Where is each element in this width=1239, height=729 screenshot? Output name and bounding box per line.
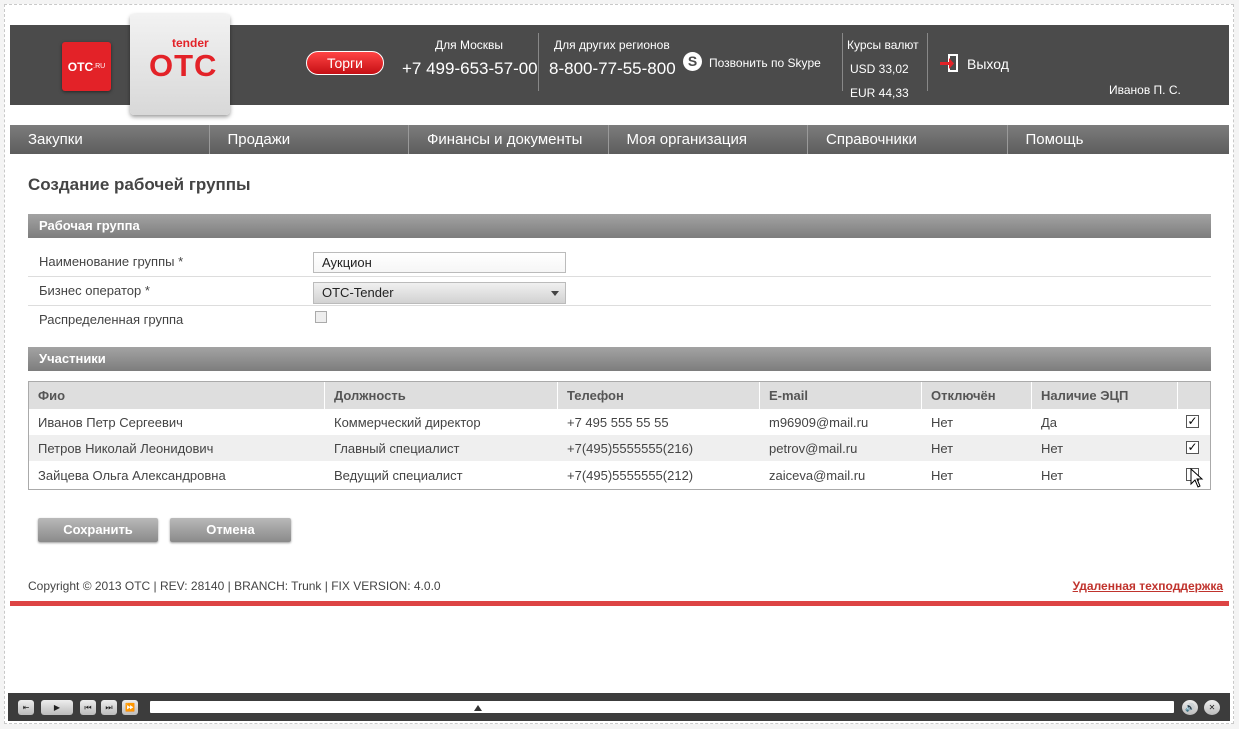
progress-track[interactable] — [150, 701, 1174, 713]
operator-select[interactable]: OTC-Tender — [313, 282, 566, 304]
distributed-checkbox[interactable] — [315, 311, 327, 323]
cell-position: Коммерческий директор — [334, 415, 481, 430]
cell-phone: +7(495)5555555(216) — [567, 441, 694, 456]
cell-name: Иванов Петр Сергеевич — [38, 415, 183, 430]
divider — [842, 33, 843, 91]
support-link[interactable]: Удаленная техподдержка — [1073, 579, 1223, 593]
nav-item-organization[interactable]: Моя организация — [609, 125, 808, 154]
moscow-label: Для Москвы — [435, 38, 504, 52]
skip-back-icon[interactable]: ⏮ — [80, 700, 96, 715]
cell-email: petrov@mail.ru — [769, 441, 858, 456]
form-row: Наименование группы * — [28, 248, 1211, 277]
otcru-logo[interactable]: OTC .RU — [62, 42, 111, 91]
workgroup-section-title: Рабочая группа — [28, 214, 1211, 238]
col-header-phone[interactable]: Телефон — [558, 382, 760, 409]
participants-section-title: Участники — [28, 347, 1211, 371]
regions-phone: 8-800-77-55-800 — [549, 59, 676, 78]
row-checkbox[interactable]: ✓ — [1186, 441, 1199, 454]
cancel-button[interactable]: Отмена — [170, 518, 291, 542]
table-row[interactable]: Петров Николай Леонидович Главный специа… — [29, 435, 1210, 461]
cell-email: zaiceva@mail.ru — [769, 468, 866, 483]
group-name-input[interactable]: Аукцион — [313, 252, 566, 273]
cell-name: Зайцева Ольга Александровна — [38, 468, 226, 483]
form-row: Бизнес оператор * — [28, 277, 1211, 306]
logo-otc-text: OTC — [149, 48, 218, 83]
eur-rate: EUR 44,33 — [850, 86, 909, 100]
save-button[interactable]: Сохранить — [38, 518, 158, 542]
col-header-select — [1178, 382, 1210, 409]
col-header-name[interactable]: Фио — [29, 382, 325, 409]
skype-icon[interactable]: S — [683, 52, 702, 71]
chevron-down-icon — [551, 291, 559, 296]
cell-disabled: Нет — [931, 415, 954, 430]
form-row: Распределенная группа — [28, 306, 1211, 335]
moscow-phone: +7 499-653-57-00 — [402, 59, 538, 78]
volume-icon[interactable]: 🔊 — [1182, 700, 1198, 715]
cell-disabled: Нет — [931, 441, 954, 456]
cell-phone: +7 495 555 55 55 — [567, 415, 669, 430]
torgi-button[interactable]: Торги — [306, 51, 384, 75]
operator-label: Бизнес оператор * — [39, 283, 150, 298]
main-nav: Закупки Продажи Финансы и документы Моя … — [10, 125, 1229, 154]
cell-name: Петров Николай Леонидович — [38, 441, 214, 456]
exit-link[interactable]: Выход — [967, 56, 1009, 72]
cell-disabled: Нет — [931, 468, 954, 483]
player-controls: ⇤ ▶ ⏮ ⏭ ⏩ 🔊 ✕ — [8, 693, 1230, 721]
divider — [927, 33, 928, 91]
nav-item-finance[interactable]: Финансы и документы — [409, 125, 609, 154]
nav-item-sales[interactable]: Продажи — [210, 125, 409, 154]
nav-item-directories[interactable]: Справочники — [808, 125, 1008, 154]
exit-icon[interactable] — [939, 54, 959, 72]
cell-position: Главный специалист — [334, 441, 460, 456]
rates-label: Курсы валют — [847, 38, 919, 52]
cell-email: m96909@mail.ru — [769, 415, 869, 430]
mouse-cursor-icon — [1190, 468, 1204, 488]
user-name[interactable]: Иванов П. С. — [1109, 83, 1181, 97]
cell-phone: +7(495)5555555(212) — [567, 468, 694, 483]
otc-tender-logo[interactable]: tender OTC — [130, 14, 230, 115]
copyright-text: Copyright © 2013 OTC | REV: 28140 | BRAN… — [28, 579, 441, 593]
row-checkbox[interactable]: ✓ — [1186, 415, 1199, 428]
skype-link[interactable]: Позвонить по Skype — [709, 56, 821, 70]
col-header-ecp[interactable]: Наличие ЭЦП — [1032, 382, 1178, 409]
table-header: Фио Должность Телефон E-mail Отключён На… — [29, 382, 1210, 409]
cell-ecp: Да — [1041, 415, 1058, 430]
page-title: Создание рабочей группы — [28, 175, 251, 194]
regions-label: Для других регионов — [554, 38, 670, 52]
table-row[interactable]: Зайцева Ольга Александровна Ведущий спец… — [29, 462, 1210, 488]
group-name-label: Наименование группы * — [39, 254, 184, 269]
col-header-position[interactable]: Должность — [325, 382, 558, 409]
fast-forward-icon[interactable]: ⏩ — [122, 700, 138, 715]
progress-thumb[interactable] — [473, 705, 482, 711]
cell-position: Ведущий специалист — [334, 468, 463, 483]
nav-item-purchases[interactable]: Закупки — [10, 125, 210, 154]
table-row[interactable]: Иванов Петр Сергеевич Коммерческий дирек… — [29, 409, 1210, 435]
cell-ecp: Нет — [1041, 441, 1064, 456]
divider — [538, 33, 539, 91]
participants-table: Фио Должность Телефон E-mail Отключён На… — [28, 381, 1211, 490]
step-forward-icon[interactable]: ⏭ — [101, 700, 117, 715]
col-header-email[interactable]: E-mail — [760, 382, 922, 409]
usd-rate: USD 33,02 — [850, 62, 909, 76]
col-header-disabled[interactable]: Отключён — [922, 382, 1032, 409]
distributed-label: Распределенная группа — [39, 312, 184, 327]
nav-item-help[interactable]: Помощь — [1008, 125, 1208, 154]
play-icon[interactable]: ▶ — [41, 700, 73, 715]
cell-ecp: Нет — [1041, 468, 1064, 483]
exit-player-icon[interactable]: ⇤ — [18, 700, 34, 715]
footer-divider — [10, 601, 1229, 606]
close-icon[interactable]: ✕ — [1204, 700, 1220, 715]
